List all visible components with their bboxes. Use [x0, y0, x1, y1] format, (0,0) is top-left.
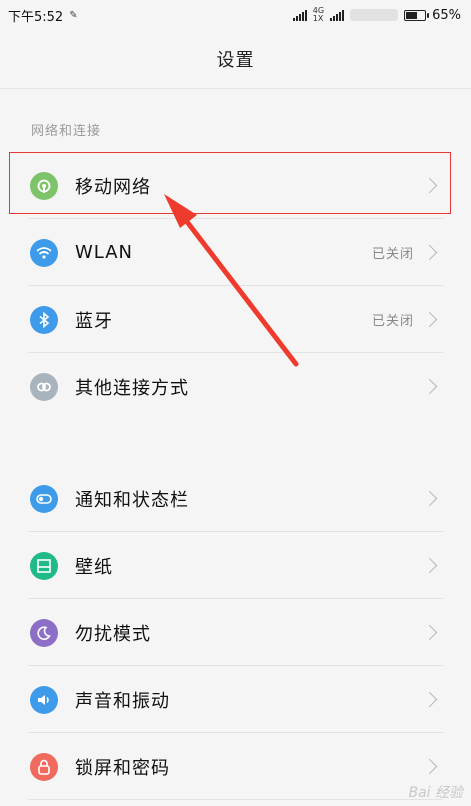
chevron-right-icon — [421, 177, 438, 194]
lock-icon — [30, 752, 58, 781]
status-bar: 下午5:52 ✎ 4G 1X 65% — [0, 0, 471, 30]
row-label: 通知和状态栏 — [75, 489, 189, 511]
row-value: 已关闭 — [371, 247, 414, 262]
mobile-network-icon — [30, 171, 58, 200]
row-sound-vibration[interactable]: 声音和振动 — [0, 666, 471, 733]
chevron-right-icon — [421, 624, 438, 641]
moon-icon — [30, 618, 58, 647]
row-value: 已关闭 — [371, 314, 414, 329]
row-notifications-statusbar[interactable]: 通知和状态栏 — [0, 465, 471, 532]
row-label: WLAN — [75, 242, 134, 263]
toggle-icon — [30, 484, 58, 513]
link-icon — [30, 372, 58, 401]
network-type-indicator: 4G 1X — [312, 6, 325, 23]
chevron-right-icon — [421, 758, 438, 775]
wallpaper-icon — [30, 551, 58, 580]
carrier-blurred — [350, 9, 399, 21]
chevron-right-icon — [421, 378, 438, 395]
notification-icon: ✎ — [69, 9, 78, 21]
row-label: 声音和振动 — [75, 690, 170, 712]
battery-percent: 65% — [432, 7, 461, 23]
row-bluetooth[interactable]: 蓝牙 已关闭 — [0, 286, 471, 353]
chevron-right-icon — [421, 691, 438, 708]
row-label: 壁纸 — [75, 556, 113, 578]
settings-list-network: 移动网络 WLAN 已关闭 蓝牙 已关闭 其他连接方式 — [0, 152, 471, 420]
status-time: 下午5:52 — [8, 9, 64, 25]
settings-list-personalization: 通知和状态栏 壁纸 勿扰模式 声音和振动 锁屏和密码 — [0, 465, 471, 800]
row-label: 锁屏和密码 — [75, 757, 170, 779]
row-label: 蓝牙 — [75, 310, 113, 332]
battery-icon — [404, 9, 430, 21]
row-do-not-disturb[interactable]: 勿扰模式 — [0, 599, 471, 666]
row-wallpaper[interactable]: 壁纸 — [0, 532, 471, 599]
signal-icon-secondary — [330, 9, 345, 21]
wifi-icon — [30, 238, 58, 267]
signal-icon — [292, 9, 307, 21]
battery-fill — [406, 11, 418, 19]
chevron-right-icon — [421, 311, 438, 328]
speaker-icon — [30, 685, 58, 714]
row-mobile-network[interactable]: 移动网络 — [0, 152, 471, 219]
page-title: 设置 — [0, 30, 471, 89]
row-wlan[interactable]: WLAN 已关闭 — [0, 219, 471, 286]
chevron-right-icon — [421, 557, 438, 574]
row-label: 移动网络 — [75, 176, 151, 198]
chevron-right-icon — [421, 490, 438, 507]
row-label: 勿扰模式 — [75, 623, 151, 645]
bluetooth-icon — [30, 305, 58, 334]
chevron-right-icon — [421, 244, 438, 261]
row-other-connections[interactable]: 其他连接方式 — [0, 353, 471, 420]
row-label: 其他连接方式 — [75, 377, 189, 399]
section-header-network: 网络和连接 — [31, 124, 102, 139]
watermark: Bai 经验 — [408, 785, 463, 801]
row-lockscreen-password[interactable]: 锁屏和密码 — [0, 733, 471, 800]
